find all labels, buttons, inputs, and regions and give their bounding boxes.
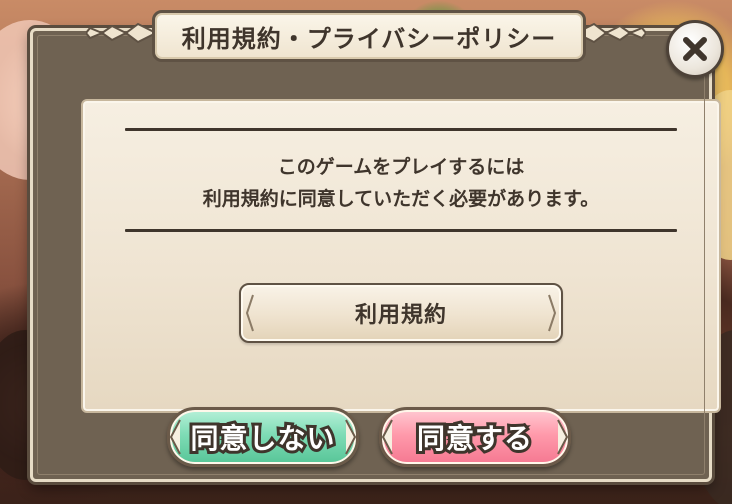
- button-edge-left-icon: [169, 419, 181, 455]
- button-edge-right-icon: [557, 419, 569, 455]
- divider-top: [125, 128, 677, 131]
- disagree-button-label: 同意しない: [187, 419, 337, 458]
- close-button[interactable]: [666, 20, 724, 78]
- dialog-title: 利用規約・プライバシーポリシー: [181, 24, 557, 53]
- disagree-button[interactable]: 同意しない: [167, 407, 359, 467]
- title-ornament-left-icon: [86, 22, 156, 44]
- agree-button-label: 同意する: [414, 419, 535, 458]
- message-line: このゲームをプレイするには: [277, 156, 525, 178]
- consent-message: このゲームをプレイするには 利用規約に同意していただく必要があります。: [83, 151, 719, 215]
- agree-button[interactable]: 同意する: [379, 407, 571, 467]
- dialog-title-bar: 利用規約・プライバシーポリシー: [152, 10, 586, 62]
- title-ornament-right-icon: [576, 22, 646, 44]
- button-edge-left-icon: [245, 294, 254, 332]
- terms-button-label: 利用規約: [354, 303, 447, 328]
- terms-of-service-button[interactable]: 利用規約: [239, 283, 563, 343]
- terms-dialog: このゲームをプレイするには 利用規約に同意していただく必要があります。 利用規約…: [30, 28, 721, 482]
- button-edge-left-icon: [381, 419, 393, 455]
- game-screen: このゲームをプレイするには 利用規約に同意していただく必要があります。 利用規約…: [0, 0, 732, 504]
- dialog-content-panel: このゲームをプレイするには 利用規約に同意していただく必要があります。 利用規約: [81, 99, 721, 413]
- divider-bottom: [125, 229, 677, 232]
- button-edge-right-icon: [548, 294, 557, 332]
- button-edge-right-icon: [345, 419, 357, 455]
- message-line: 利用規約に同意していただく必要があります。: [202, 188, 600, 210]
- close-x-icon: [683, 37, 707, 61]
